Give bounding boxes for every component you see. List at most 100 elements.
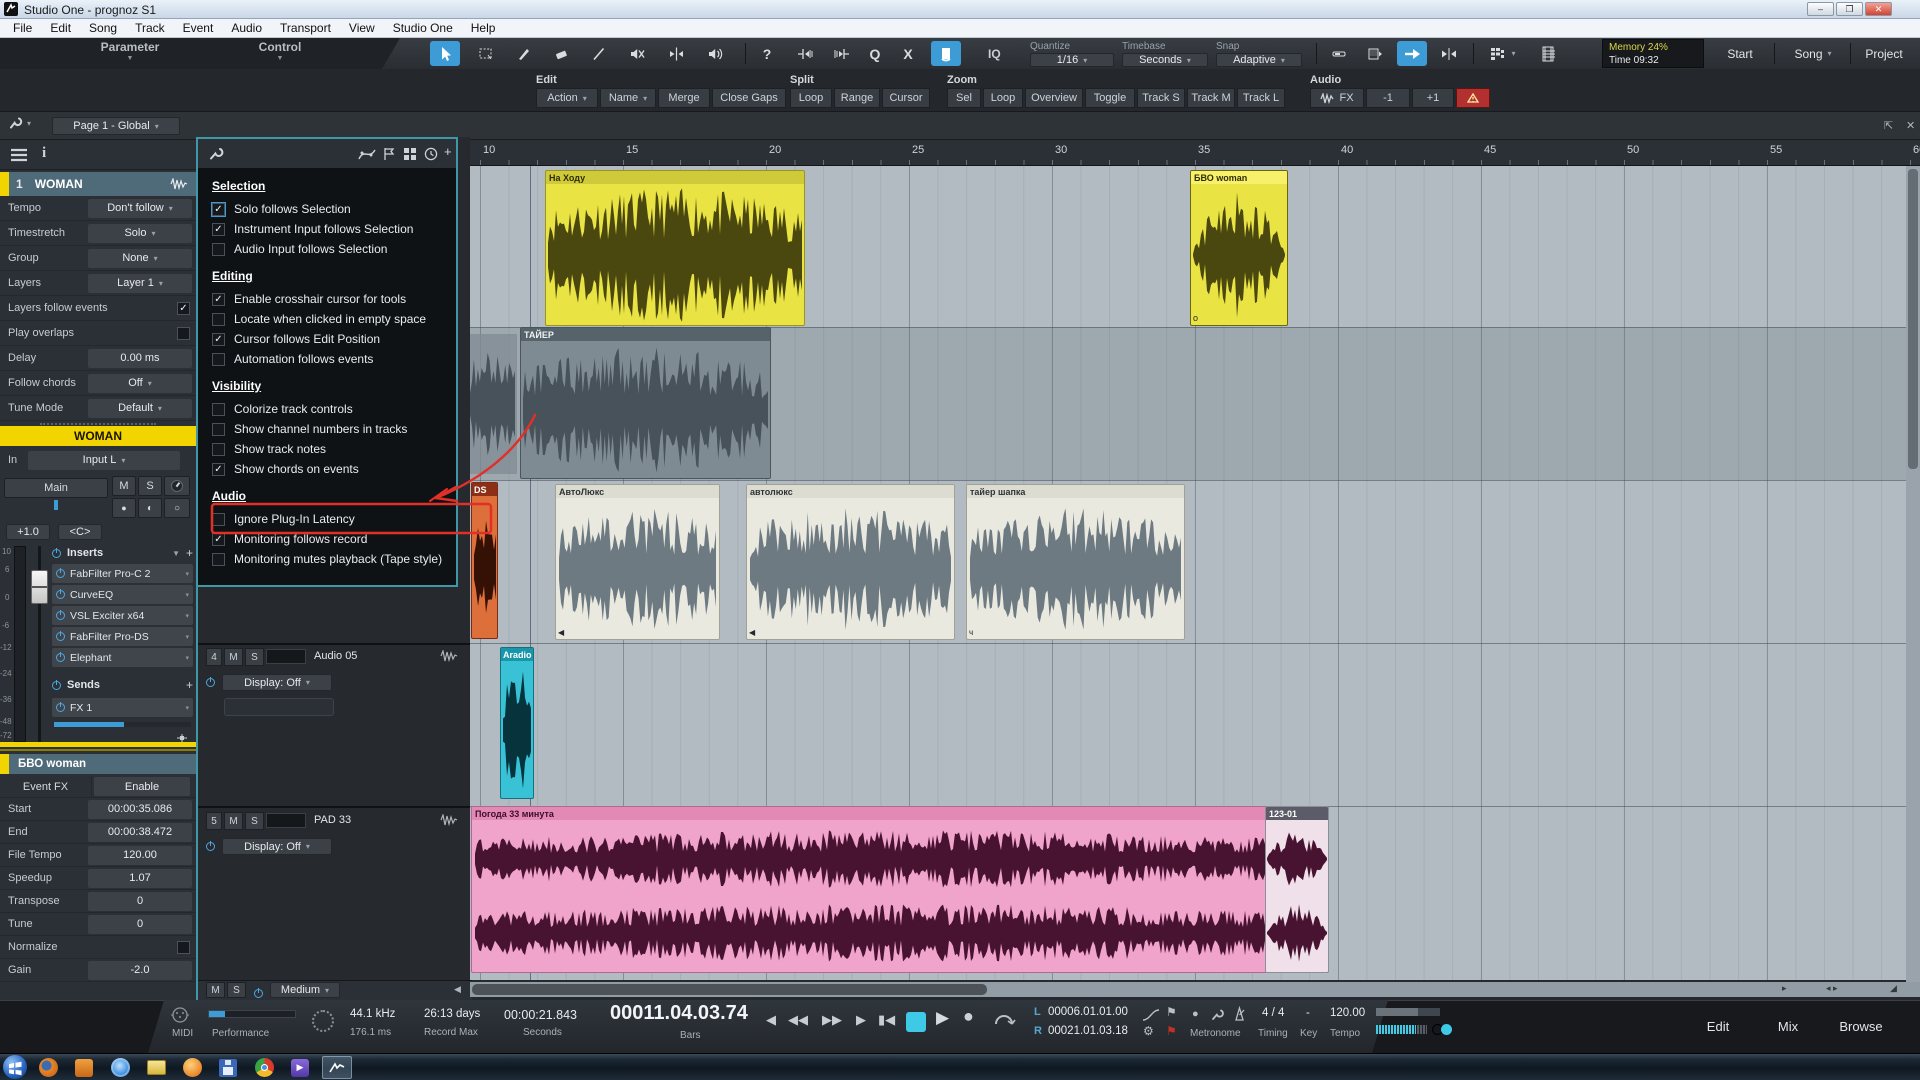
checkbox[interactable] <box>212 243 225 256</box>
marker-flag-icon[interactable]: ⚑ <box>1166 1005 1177 1019</box>
audio-engine-warning-button[interactable] <box>1456 88 1490 108</box>
line-tool[interactable] <box>584 41 614 66</box>
track-large-button[interactable]: Track L <box>1237 88 1285 108</box>
zoom-sel-button[interactable]: Sel <box>947 88 981 108</box>
mute-tool[interactable] <box>622 41 652 66</box>
metronome-label[interactable]: Metronome <box>1190 1028 1241 1039</box>
timebase-select[interactable]: Seconds <box>1122 53 1208 67</box>
checkbox[interactable] <box>212 513 225 526</box>
bend-tool[interactable] <box>661 41 691 66</box>
audio-event[interactable]: На Ходу <box>545 170 805 326</box>
studio-one-taskbar-icon[interactable] <box>322 1056 352 1079</box>
menu-studio-one[interactable]: Studio One <box>384 21 462 35</box>
arrange-area[interactable]: На Ходу БВО woman o ТАЙЕР DS АвтоЛюкс ◀ … <box>470 166 1920 980</box>
paint-tool[interactable] <box>509 41 539 66</box>
performance-meter[interactable] <box>208 1010 296 1018</box>
transient-left-tool[interactable] <box>790 41 820 66</box>
audio-event[interactable]: автолюкс ◀ <box>746 484 955 640</box>
audio-event-clipped[interactable] <box>470 334 517 474</box>
parameter-dropdown[interactable]: Parameter▼ <box>70 42 190 64</box>
audio-event[interactable]: Погода 33 минута <box>471 806 1329 973</box>
power-icon[interactable] <box>254 989 263 998</box>
browse-view-button[interactable]: Browse <box>1830 1013 1892 1039</box>
media-player-icon[interactable]: ▶ <box>288 1056 312 1079</box>
checkbox[interactable] <box>212 313 225 326</box>
audio-event[interactable]: 123-01 <box>1265 806 1329 973</box>
listen-tool[interactable] <box>700 41 730 66</box>
footer-solo[interactable]: S <box>227 982 246 998</box>
timeline-ruler[interactable]: 10 15 20 25 30 35 40 45 50 55 60 <box>470 140 1920 166</box>
track-5-mute[interactable]: M <box>224 812 243 830</box>
return-to-start-button[interactable]: ▮◀ <box>878 1012 895 1028</box>
fade-handle-icon[interactable]: ч <box>969 628 973 637</box>
chrome-icon[interactable] <box>252 1056 276 1079</box>
power-icon[interactable] <box>52 681 61 690</box>
checkbox[interactable] <box>212 293 225 306</box>
page-select[interactable]: Page 1 - Global <box>52 117 180 135</box>
info-icon[interactable]: i <box>42 145 46 162</box>
merge-button[interactable]: Merge <box>658 88 710 108</box>
action-button[interactable]: Action <box>536 88 598 108</box>
grid-view-button[interactable] <box>1483 41 1523 66</box>
power-icon[interactable] <box>206 842 215 851</box>
start-button[interactable] <box>3 1055 27 1079</box>
mute-button[interactable]: M <box>112 476 136 496</box>
close-panel-icon[interactable]: ✕ <box>1906 119 1915 132</box>
autofade-icon[interactable] <box>1142 1008 1160 1022</box>
checkbox[interactable] <box>212 463 225 476</box>
autoscroll-button[interactable] <box>1397 41 1427 66</box>
layers-follow-checkbox[interactable] <box>177 302 190 315</box>
toggle-on-dot[interactable] <box>1441 1024 1452 1035</box>
zoom-overview-button[interactable]: Overview <box>1025 88 1083 108</box>
minimize-button[interactable]: – <box>1807 2 1834 16</box>
key-value[interactable]: - <box>1306 1007 1310 1019</box>
track-4-automation-box[interactable] <box>224 698 334 716</box>
tempo-select[interactable]: Don't follow <box>88 199 192 218</box>
name-button[interactable]: Name <box>600 88 656 108</box>
checkbox[interactable] <box>212 533 225 546</box>
mono-button[interactable] <box>138 498 162 518</box>
menu-event[interactable]: Event <box>174 21 223 35</box>
fader-cap[interactable] <box>31 570 48 604</box>
control-dropdown[interactable]: Control▼ <box>220 42 340 64</box>
automation-curve-icon[interactable] <box>358 147 376 161</box>
record-arm-button[interactable] <box>112 498 136 518</box>
power-icon[interactable] <box>56 653 65 662</box>
audio-event[interactable]: тайер шапка ч <box>966 484 1185 640</box>
project-page-button[interactable]: Project <box>1853 42 1915 65</box>
marker-flag-icon[interactable] <box>382 147 396 161</box>
delay-value[interactable]: 0.00 ms <box>88 349 192 368</box>
snap-select[interactable]: Adaptive <box>1216 53 1302 67</box>
horizontal-scrollbar[interactable]: ▸ ◂ ▸ ◢ <box>470 982 1920 997</box>
nudge-forward-button[interactable]: ▶ <box>856 1012 866 1028</box>
loop-end-value[interactable]: 00021.01.03.18 <box>1048 1025 1128 1037</box>
checkbox[interactable] <box>212 443 225 456</box>
channel-name-header[interactable]: WOMAN <box>0 426 196 446</box>
checkbox[interactable] <box>212 223 225 236</box>
insert-slot[interactable]: VSL Exciter x64▾ <box>52 606 193 625</box>
play-button[interactable]: ▶ <box>936 1008 949 1028</box>
play-overlaps-checkbox[interactable] <box>177 327 190 340</box>
iq-label[interactable]: IQ <box>988 47 1001 61</box>
checkbox[interactable] <box>212 403 225 416</box>
knob-button[interactable] <box>164 476 190 496</box>
firefox-icon[interactable] <box>36 1056 60 1079</box>
menu-edit[interactable]: Edit <box>41 21 80 35</box>
menu-item[interactable]: Audio Input follows Selection <box>212 239 456 259</box>
checkbox[interactable] <box>212 333 225 346</box>
menu-transport[interactable]: Transport <box>271 21 340 35</box>
quantize-tool[interactable]: Q <box>860 41 890 66</box>
event-transpose-value[interactable]: 0 <box>88 892 192 911</box>
transpose-plus-button[interactable]: +1 <box>1412 88 1454 108</box>
split-loop-button[interactable]: Loop <box>790 88 832 108</box>
strip-silence-tool[interactable]: X <box>893 41 923 66</box>
track-5-solo[interactable]: S <box>245 812 264 830</box>
power-icon[interactable] <box>56 632 65 641</box>
performance-monitor[interactable]: Memory 24% Time 09:32 <box>1602 39 1704 68</box>
event-gain-value[interactable]: -2.0 <box>88 961 192 980</box>
menu-item[interactable]: Show channel numbers in tracks <box>212 419 456 439</box>
power-icon[interactable] <box>56 569 65 578</box>
audio-event[interactable]: DS <box>471 482 498 639</box>
arrow-tool[interactable] <box>430 41 460 66</box>
event-speedup-value[interactable]: 1.07 <box>88 869 192 888</box>
